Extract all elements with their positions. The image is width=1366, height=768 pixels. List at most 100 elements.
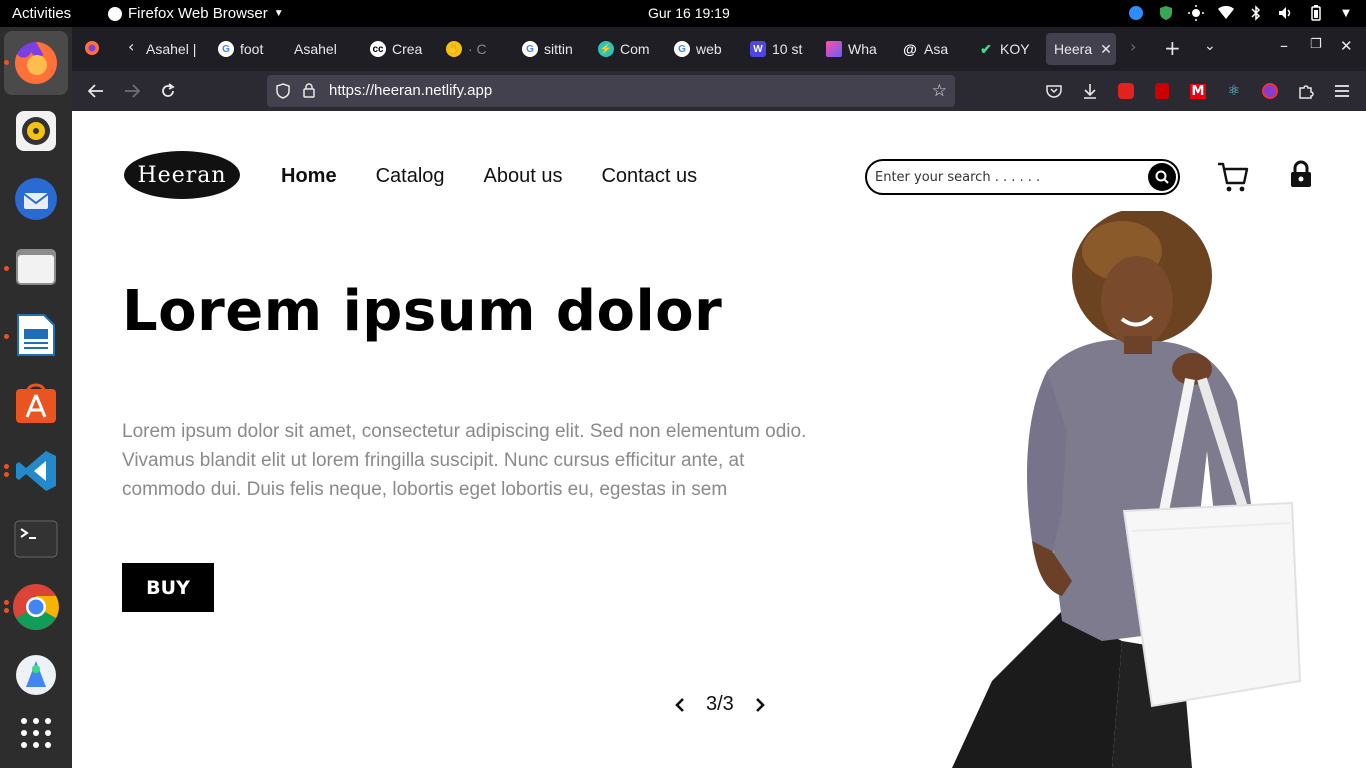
extension-adblock-button[interactable] <box>1116 81 1136 101</box>
extension-m-button[interactable]: M <box>1188 81 1208 101</box>
extension-redux-button[interactable] <box>1260 81 1280 101</box>
app-menu[interactable]: Firefox Web Browser ▼ <box>108 5 284 22</box>
clock[interactable]: Gur 16 19:19 <box>648 5 730 21</box>
tab-1[interactable]: Asahel | <box>146 33 198 65</box>
reload-icon <box>162 83 175 97</box>
dock-rhythmbox[interactable] <box>4 99 68 163</box>
new-tab-icon[interactable]: + <box>1164 36 1181 60</box>
bluetooth-icon[interactable] <box>1248 5 1264 21</box>
site-logo[interactable]: Heeran <box>124 151 240 199</box>
shield-icon[interactable] <box>1158 5 1174 21</box>
show-applications-button[interactable] <box>4 701 68 765</box>
url-text[interactable]: https://heeran.netlify.app <box>329 82 492 99</box>
close-window-icon[interactable]: ✕ <box>1340 37 1353 55</box>
nav-about[interactable]: About us <box>484 165 563 188</box>
dock-libreoffice-writer[interactable] <box>4 303 68 367</box>
dock-terminal[interactable] <box>4 507 68 571</box>
cart-button[interactable] <box>1216 160 1250 194</box>
tab-12[interactable]: ✔ KOY <box>978 33 1034 65</box>
minimize-window-icon[interactable]: – <box>1280 36 1288 55</box>
buy-button[interactable]: BUY <box>122 563 214 612</box>
tab-title: · C <box>468 41 487 57</box>
activities-button[interactable]: Activities <box>12 5 71 22</box>
tab-title: Asa <box>924 41 949 57</box>
lock-icon[interactable] <box>303 83 315 102</box>
zoom-icon[interactable] <box>1128 5 1144 21</box>
tab-2[interactable]: Gfoot <box>218 33 274 65</box>
lock-icon <box>1291 160 1311 187</box>
search-input[interactable] <box>875 167 1135 187</box>
dock-vscode[interactable] <box>4 439 68 503</box>
running-indicator <box>4 608 9 613</box>
nav-catalog[interactable]: Catalog <box>376 165 445 188</box>
dock-chrome[interactable] <box>4 575 68 639</box>
dock-thunderbird[interactable] <box>4 167 68 231</box>
reload-button[interactable] <box>158 81 178 101</box>
tab-6[interactable]: Gsittin <box>522 33 578 65</box>
tab-title: sittin <box>544 41 573 57</box>
power-menu-caret-icon[interactable]: ▼ <box>1338 5 1354 21</box>
back-button[interactable] <box>86 81 106 101</box>
forward-button[interactable] <box>122 81 142 101</box>
puzzle-icon <box>1299 85 1314 99</box>
brightness-icon[interactable] <box>1188 5 1204 21</box>
chrome-icon <box>13 584 59 630</box>
tab-5[interactable]: ✋ · C <box>446 33 502 65</box>
running-indicator <box>4 464 9 469</box>
search-button[interactable] <box>1148 163 1176 191</box>
firefox-view-button[interactable] <box>84 40 100 60</box>
slider-prev-button[interactable] <box>672 697 688 713</box>
slider-next-button[interactable] <box>752 697 768 713</box>
dock-firefox[interactable] <box>4 31 68 95</box>
tab-7[interactable]: ⚡ Com <box>598 33 654 65</box>
ubuntu-dock <box>0 27 72 768</box>
tab-9[interactable]: W 10 st <box>750 33 806 65</box>
pocket-icon <box>1046 85 1062 98</box>
extension-ublock-button[interactable] <box>1152 81 1172 101</box>
downloads-button[interactable] <box>1080 81 1100 101</box>
tab-title: KOY <box>1000 41 1030 57</box>
creative-commons-icon: cc <box>370 41 386 57</box>
dock-software[interactable] <box>4 371 68 435</box>
tab-8[interactable]: Gweb <box>674 33 730 65</box>
waving-hand-icon: ✋ <box>446 41 462 57</box>
tab-3[interactable]: Asahel <box>294 33 350 65</box>
close-tab-icon[interactable]: ✕ <box>1100 41 1112 58</box>
tab-scroll-right-icon[interactable]: › <box>1130 37 1136 56</box>
dock-files[interactable] <box>4 235 68 299</box>
nav-home[interactable]: Home <box>281 165 337 188</box>
wifi-icon[interactable] <box>1218 5 1234 21</box>
android-studio-icon <box>16 655 56 695</box>
browser-tab-bar: ‹ Asahel | Gfoot Asahel cc Crea ✋ · C Gsit… <box>72 27 1366 71</box>
tracking-protection-icon[interactable] <box>276 83 290 103</box>
list-all-tabs-icon[interactable]: ⌄ <box>1204 38 1216 54</box>
dock-android-studio[interactable] <box>4 643 68 707</box>
volume-icon[interactable] <box>1278 5 1294 21</box>
account-lock-button[interactable] <box>1289 160 1313 188</box>
tab-10[interactable]: Wha <box>826 33 882 65</box>
system-tray[interactable]: ▼ <box>1128 3 1354 23</box>
stop-hand-icon <box>1118 83 1134 99</box>
nav-contact[interactable]: Contact us <box>601 165 697 188</box>
extensions-button[interactable] <box>1296 81 1316 101</box>
bookmark-star-icon[interactable]: ☆ <box>932 81 947 101</box>
browser-toolbar: https://heeran.netlify.app ☆ M ⚛ <box>72 71 1366 111</box>
battery-icon[interactable] <box>1308 5 1324 21</box>
tab-scroll-left-icon[interactable]: ‹ <box>128 37 134 56</box>
pocket-button[interactable] <box>1044 81 1064 101</box>
tab-title: 10 st <box>772 41 803 57</box>
tab-active[interactable]: Heera ✕ <box>1046 33 1116 65</box>
extension-react-devtools-button[interactable]: ⚛ <box>1224 81 1244 101</box>
forward-arrow-icon <box>125 84 140 98</box>
tab-11[interactable]: @ Asa <box>902 33 958 65</box>
m-logo-icon: M <box>1189 83 1207 99</box>
maximize-window-icon[interactable]: ❐ <box>1310 37 1322 52</box>
tab-title: Crea <box>392 41 423 57</box>
search-box <box>865 159 1180 195</box>
url-bar[interactable]: https://heeran.netlify.app ☆ <box>267 75 955 107</box>
app-menu-button[interactable] <box>1332 81 1352 101</box>
hamburger-menu-icon <box>1335 85 1349 97</box>
running-indicator <box>4 600 9 605</box>
tab-title: Wha <box>848 41 877 57</box>
tab-4[interactable]: cc Crea <box>370 33 426 65</box>
